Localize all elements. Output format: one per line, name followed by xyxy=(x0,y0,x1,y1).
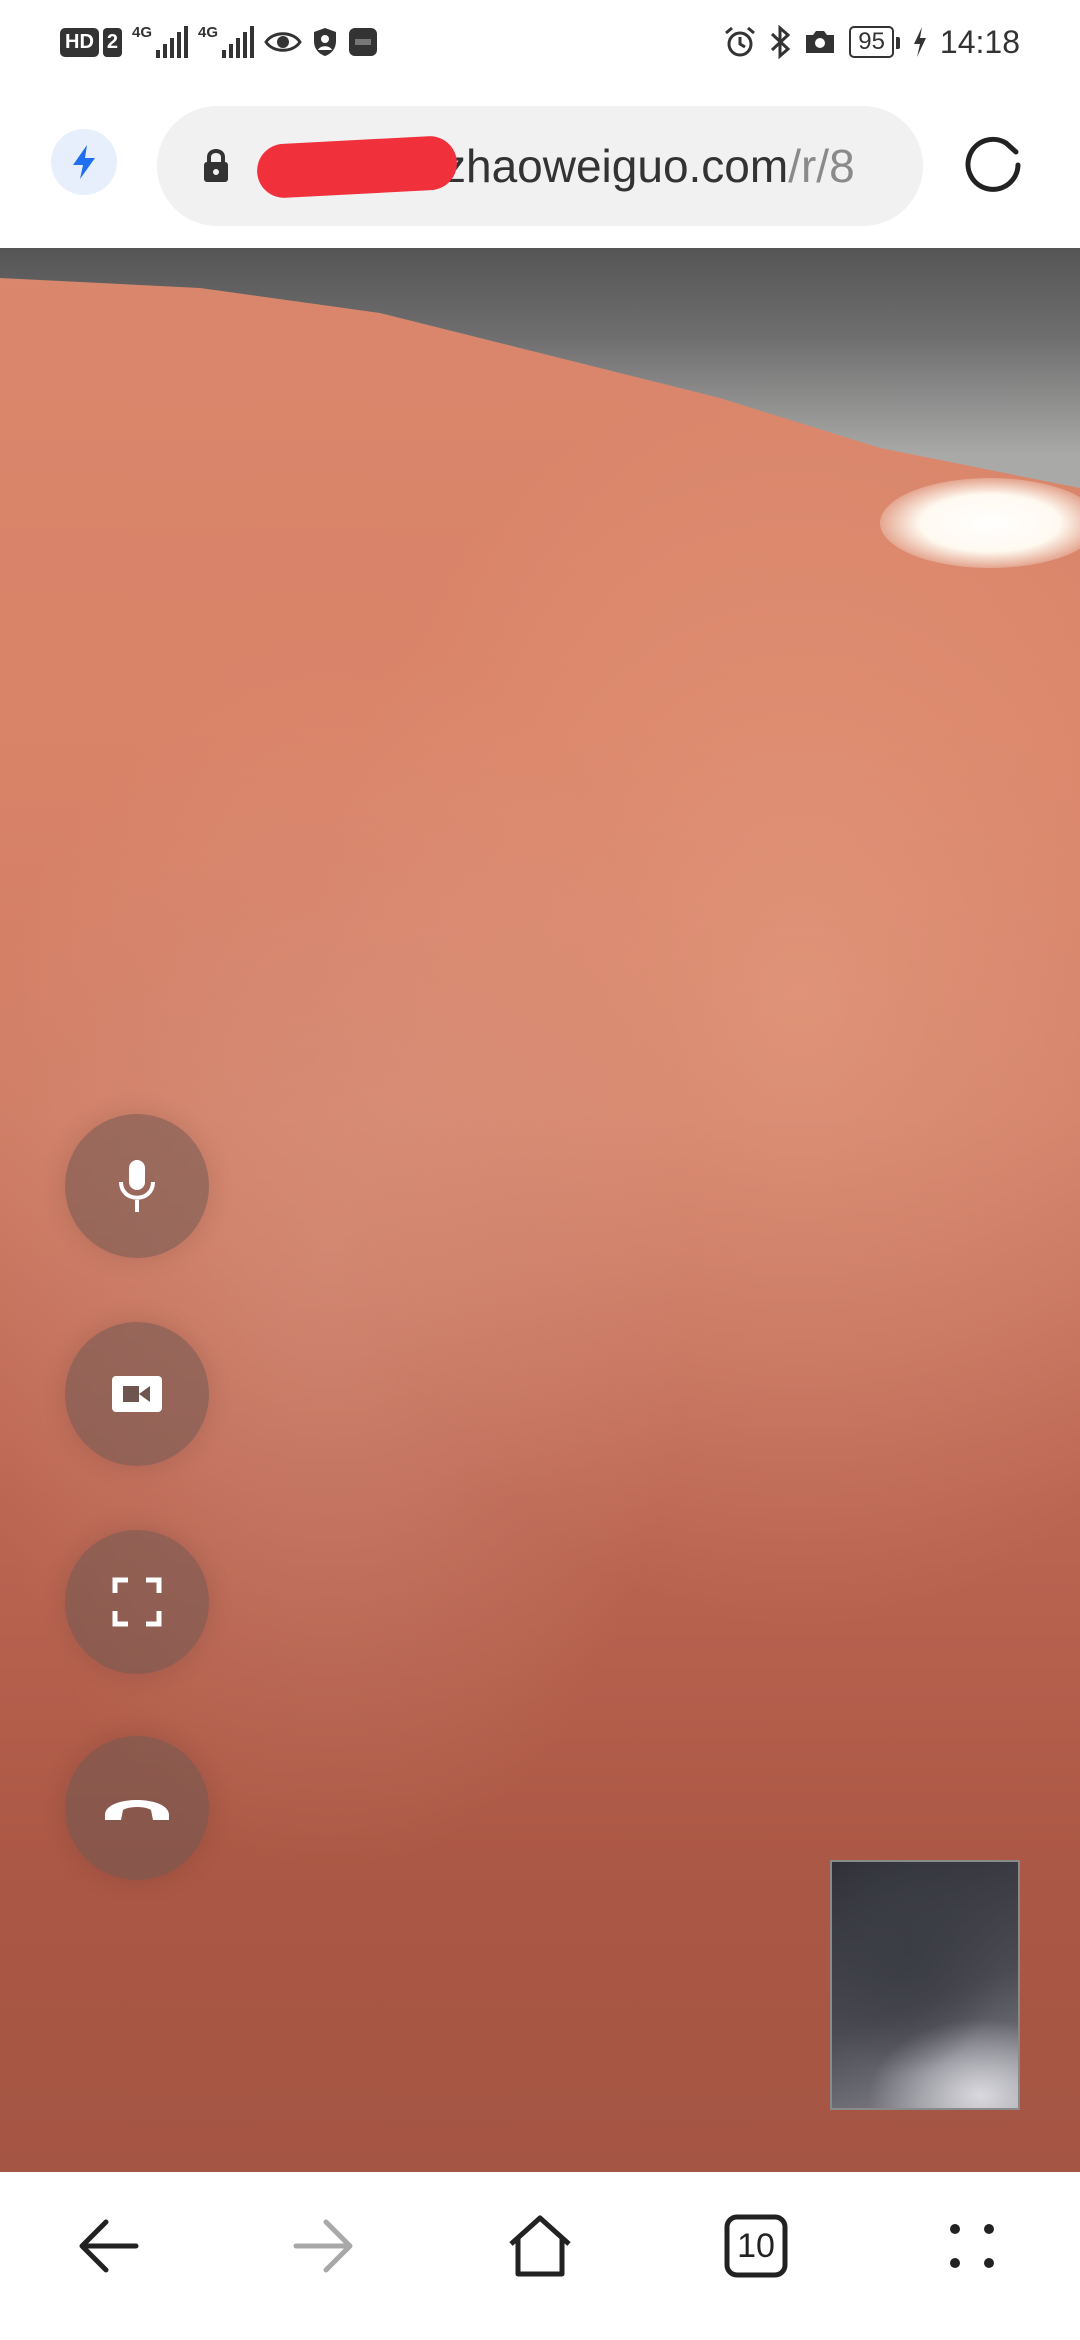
status-bar: HD 2 4G 4G 95 14:18 xyxy=(0,0,1080,84)
alarm-icon xyxy=(725,26,756,57)
menu-button[interactable] xyxy=(932,2206,1012,2286)
bolt-icon xyxy=(73,145,95,179)
self-view-preview[interactable] xyxy=(830,1860,1020,2110)
signal-icon: 4G xyxy=(132,24,189,58)
menu-icon xyxy=(950,2224,994,2268)
network-type: 4G xyxy=(198,24,219,41)
lock-icon xyxy=(204,149,228,182)
hang-up-button[interactable] xyxy=(65,1736,209,1880)
microphone-button[interactable] xyxy=(65,1114,209,1258)
background-ceiling xyxy=(0,248,1080,488)
back-arrow-icon xyxy=(79,2219,139,2273)
forward-arrow-icon xyxy=(293,2219,353,2273)
bolt-button[interactable] xyxy=(51,129,117,195)
home-button[interactable] xyxy=(500,2206,580,2286)
background-light xyxy=(880,478,1080,568)
eye-icon xyxy=(264,32,302,52)
camera-icon xyxy=(806,31,835,53)
redaction-mark xyxy=(255,134,459,200)
microphone-icon xyxy=(119,1160,155,1212)
bluetooth-icon xyxy=(771,25,791,59)
status-right: 95 14:18 xyxy=(723,20,1020,64)
network-type: 4G xyxy=(132,24,153,41)
video-camera-icon xyxy=(112,1376,162,1412)
charging-icon xyxy=(913,27,926,57)
camera-toggle-button[interactable] xyxy=(65,1322,209,1466)
phone-hangup-icon xyxy=(105,1800,169,1820)
status-time: 14:18 xyxy=(939,23,1020,60)
bottom-navigation: 10 xyxy=(0,2172,1080,2340)
tab-count: 10 xyxy=(737,2226,775,2265)
signal-icon: 4G xyxy=(198,24,255,58)
fullscreen-icon xyxy=(112,1577,162,1627)
fullscreen-button[interactable] xyxy=(65,1530,209,1674)
url-domain: zhaoweiguo.com xyxy=(443,140,789,192)
tabs-button[interactable]: 10 xyxy=(716,2206,796,2286)
hd-badge: HD xyxy=(60,27,99,57)
back-button[interactable] xyxy=(68,2206,148,2286)
address-bar: zhaoweiguo.com/r/8 xyxy=(0,84,1080,248)
sim-number: 2 xyxy=(102,27,123,57)
url-path: /r/8 xyxy=(788,140,855,192)
remote-video xyxy=(0,248,1080,2172)
battery-indicator: 95 xyxy=(849,26,900,58)
status-left: HD 2 4G 4G xyxy=(60,20,378,64)
huawei-app-icon xyxy=(349,28,378,56)
shield-icon xyxy=(314,28,337,56)
url-field[interactable]: zhaoweiguo.com/r/8 xyxy=(157,106,923,226)
home-icon xyxy=(509,2215,571,2277)
reload-icon[interactable] xyxy=(958,130,1028,200)
forward-button[interactable] xyxy=(284,2206,364,2286)
